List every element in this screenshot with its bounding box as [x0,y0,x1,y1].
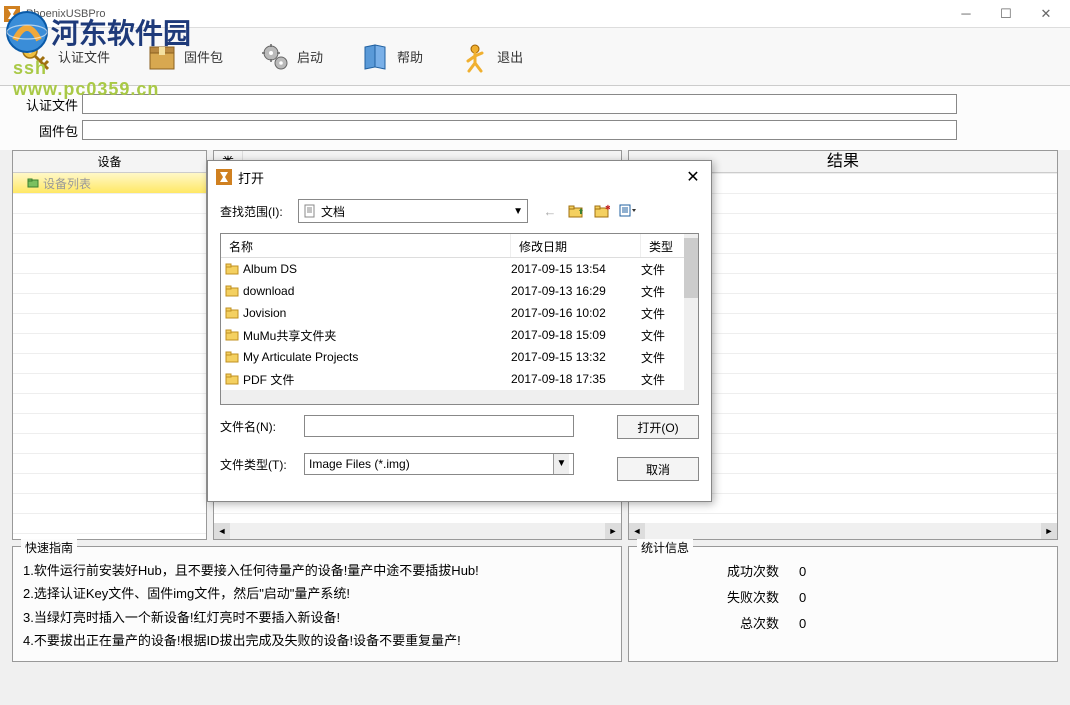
file-date: 2017-09-15 13:32 [511,350,641,364]
chevron-down-icon: ▼ [553,454,569,474]
col-name-header[interactable]: 名称 [221,234,511,257]
filename-label: 文件名(N): [220,418,304,435]
filetype-label: 文件类型(T): [220,456,304,473]
filelist-hscrollbar[interactable] [221,390,686,404]
nav-views-button[interactable] [618,201,638,221]
filetype-select[interactable]: Image Files (*.img) ▼ [304,453,574,475]
file-date: 2017-09-15 13:54 [511,262,641,276]
file-row[interactable]: My Articulate Projects2017-09-15 13:32文件 [221,346,698,368]
file-name: My Articulate Projects [243,350,358,364]
lookin-combo[interactable]: 文档 ▼ [298,199,528,223]
folder-icon [225,328,239,342]
col-date-header[interactable]: 修改日期 [511,234,641,257]
dialog-title: 打开 [238,168,264,187]
documents-icon [303,204,317,218]
nav-newfolder-button[interactable]: ✱ [592,201,612,221]
file-name: MuMu共享文件夹 [243,327,336,344]
file-name: PDF 文件 [243,371,294,388]
filelist-vscrollbar[interactable] [684,234,698,404]
filetype-value: Image Files (*.img) [309,457,410,471]
file-row[interactable]: download2017-09-13 16:29文件 [221,280,698,302]
svg-text:✱: ✱ [605,204,610,212]
file-name: Jovision [243,306,286,320]
file-row[interactable]: Jovision2017-09-16 10:02文件 [221,302,698,324]
file-name: download [243,284,294,298]
file-date: 2017-09-13 16:29 [511,284,641,298]
file-list[interactable]: 名称 修改日期 类型 Album DS2017-09-15 13:54文件dow… [220,233,699,405]
lookin-value: 文档 [321,203,345,220]
lookin-label: 查找范围(I): [220,203,292,220]
file-row[interactable]: MuMu共享文件夹2017-09-18 15:09文件 [221,324,698,346]
file-row[interactable]: PDF 文件2017-09-18 17:35文件 [221,368,698,390]
chevron-down-icon: ▼ [513,206,523,217]
folder-icon [225,306,239,320]
folder-icon [225,372,239,386]
dialog-close-button[interactable]: ✕ [683,167,703,187]
folder-icon [225,350,239,364]
folder-icon [225,284,239,298]
nav-up-button[interactable] [566,201,586,221]
file-date: 2017-09-18 17:35 [511,372,641,386]
folder-icon [225,262,239,276]
file-open-dialog: 打开 ✕ 查找范围(I): 文档 ▼ ← ✱ 名称 修改日期 类型 [207,160,712,502]
dialog-icon [216,169,232,185]
file-date: 2017-09-16 10:02 [511,306,641,320]
cancel-button[interactable]: 取消 [617,457,699,481]
file-row[interactable]: Album DS2017-09-15 13:54文件 [221,258,698,280]
file-name: Album DS [243,262,297,276]
nav-back-button[interactable]: ← [540,201,560,221]
open-button[interactable]: 打开(O) [617,415,699,439]
filename-input[interactable] [304,415,574,437]
file-date: 2017-09-18 15:09 [511,328,641,342]
